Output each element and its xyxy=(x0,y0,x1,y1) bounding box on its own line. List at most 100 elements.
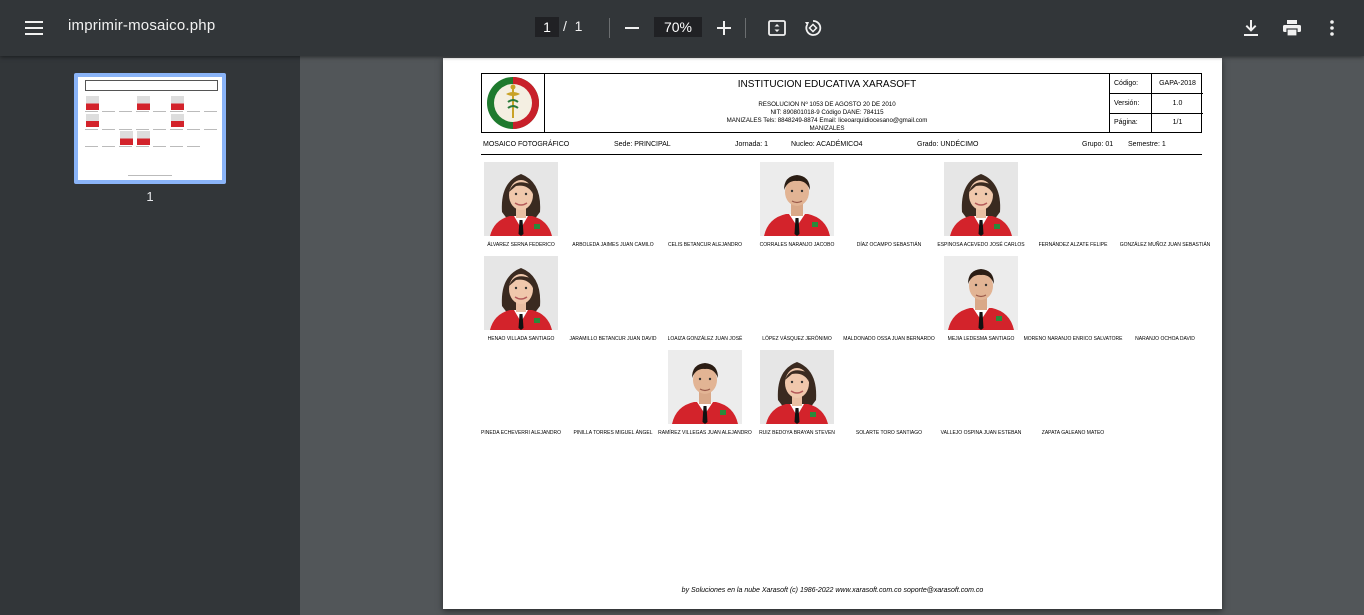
document-title: imprimir-mosaico.php xyxy=(68,17,216,34)
fit-page-icon[interactable] xyxy=(761,12,793,44)
student-name: RUIZ BEDOYA BRAYAN STEVEN xyxy=(759,430,835,436)
thumbnail-preview xyxy=(78,77,222,180)
student-photo xyxy=(668,350,742,424)
menu-icon[interactable] xyxy=(18,12,50,44)
document-footer: by Soluciones en la nube Xarasoft (c) 19… xyxy=(681,587,984,594)
pagina-value: 1/1 xyxy=(1172,119,1183,126)
student-photo xyxy=(484,256,558,330)
thumb-name-line xyxy=(118,111,132,113)
thumb-name-line xyxy=(169,145,183,147)
pdf-page: INSTITUCION EDUCATIVA XARASOFT RESOLUCIO… xyxy=(443,58,1222,609)
thumb-name-line xyxy=(84,145,98,147)
toolbar-divider xyxy=(609,18,610,38)
city-line: MANIZALES xyxy=(809,125,845,132)
codigo-label: Código: xyxy=(1110,74,1152,93)
student-name: SOLARTE TORO SANTIAGO xyxy=(855,430,923,436)
mosaico-title: MOSAICO FOTOGRÁFICO xyxy=(483,141,570,148)
student-name: LOAIZA GONZÁLEZ JUAN JOSÉ xyxy=(667,336,743,342)
school-crest-icon xyxy=(487,77,539,129)
student-name: JARAMILLO BETANCUR JUAN DAVID xyxy=(569,336,657,342)
thumb-name-line xyxy=(203,111,217,113)
thumb-name-line xyxy=(169,111,183,113)
codigo-row: Código: GAPA-2018 xyxy=(1110,74,1203,94)
student-name: ZAPATA GALEANO MATEO xyxy=(1041,430,1105,436)
codigo-value: GAPA-2018 xyxy=(1159,80,1196,87)
thumb-name-line xyxy=(101,145,115,147)
student-name: CELIS BETANCUR ALEJANDRO xyxy=(667,242,743,248)
thumb-name-line xyxy=(169,128,183,130)
thumb-photo xyxy=(170,96,185,110)
jornada-label: Jornada: 1 xyxy=(735,141,769,148)
page-total: 1 xyxy=(574,18,583,34)
student-name: ÁLVAREZ SERNA FEDERICO xyxy=(487,242,555,248)
sede-label: Sede: PRINCIPAL xyxy=(614,141,671,148)
page-count: / 1 xyxy=(563,18,582,34)
pagina-row: Página: 1/1 xyxy=(1110,114,1203,132)
print-icon[interactable] xyxy=(1276,12,1308,44)
version-row: Versión: 1.0 xyxy=(1110,94,1203,114)
student-name: LÓPEZ VÁSQUEZ JERÓNIMO xyxy=(762,336,832,342)
student-name: CORRALES NARANJO JACOBO xyxy=(759,242,835,248)
student-photo xyxy=(760,162,834,236)
thumb-name-line xyxy=(186,128,200,130)
thumb-name-line xyxy=(118,145,132,147)
grupo-label: Grupo: 01 xyxy=(1082,141,1114,148)
student-name: PINEDA ECHEVERRI ALEJANDRO xyxy=(480,430,562,436)
pdf-toolbar: imprimir-mosaico.php 1 / 1 70% xyxy=(0,0,1364,56)
thumb-name-line xyxy=(152,111,166,113)
student-name: RAMÍREZ VILLEGAS JUAN ALEJANDRO xyxy=(658,430,752,436)
student-name: MALDONADO OSSA JUAN BERNARDO xyxy=(843,336,935,342)
student-name: HENAO VILLADA SANTIAGO xyxy=(487,336,555,342)
student-name: FERNÁNDEZ ALZATE FELIPE xyxy=(1038,242,1108,248)
contact-line: MANIZALES Tels: 8848249-8874 Email: lice… xyxy=(726,117,928,124)
student-photo xyxy=(484,162,558,236)
thumb-photo xyxy=(170,113,185,128)
student-photo xyxy=(760,350,834,424)
version-value: 1.0 xyxy=(1172,100,1183,107)
student-name: MEJIA LEDESMA SANTIAGO xyxy=(947,336,1015,342)
download-icon[interactable] xyxy=(1235,12,1267,44)
pagina-label: Página: xyxy=(1110,114,1152,132)
zoom-level-input[interactable]: 70% xyxy=(654,17,702,37)
nucleo-label: Nucleo: ACADÉMICO4 xyxy=(791,141,863,148)
zoom-in-icon[interactable] xyxy=(708,12,740,44)
thumbnail-page-number: 1 xyxy=(146,189,154,204)
thumb-header xyxy=(85,79,219,91)
page-separator: / xyxy=(563,18,567,34)
version-label: Versión: xyxy=(1110,94,1152,113)
thumb-photo xyxy=(85,96,100,110)
thumb-name-line xyxy=(135,111,149,113)
institution-name: INSTITUCION EDUCATIVA XARASOFT xyxy=(737,79,917,90)
header-center: INSTITUCION EDUCATIVA XARASOFT RESOLUCIO… xyxy=(545,74,1109,132)
zoom-out-icon[interactable] xyxy=(616,12,648,44)
semestre-label: Semestre: 1 xyxy=(1128,141,1166,148)
grado-label: Grado: UNDÉCIMO xyxy=(917,141,979,148)
nit-line: NIT: 890801018-9 Código DANE: 784115 xyxy=(770,109,884,116)
student-name: NARANJO OCHOA DAVID xyxy=(1135,336,1195,342)
page-number-input[interactable]: 1 xyxy=(535,17,559,37)
thumb-name-line xyxy=(101,128,115,130)
header-rule xyxy=(481,154,1202,155)
student-name: VALLEJO OSPINA JUAN ESTEBAN xyxy=(940,430,1022,436)
thumb-photo xyxy=(136,96,151,110)
thumb-name-line xyxy=(152,128,166,130)
document-header: INSTITUCION EDUCATIVA XARASOFT RESOLUCIO… xyxy=(481,73,1203,133)
student-name: PINILLA TORRES MIGUEL ÁNGEL xyxy=(573,430,653,436)
thumb-name-line xyxy=(118,128,132,130)
header-resolution: RESOLUCION Nº 1053 DE AGOSTO 20 DE 2010 … xyxy=(545,101,1109,133)
rotate-icon[interactable] xyxy=(797,12,829,44)
page-thumbnail[interactable] xyxy=(74,73,226,184)
toolbar-divider xyxy=(745,18,746,38)
thumb-name-line xyxy=(135,145,149,147)
thumb-name-line xyxy=(84,111,98,113)
student-name: GONZÁLEZ MUÑOZ JUAN SEBASTIÁN xyxy=(1119,242,1211,248)
thumb-name-line xyxy=(186,145,200,147)
thumb-footer-line xyxy=(128,175,172,177)
thumb-name-line xyxy=(186,111,200,113)
thumb-photo xyxy=(85,113,100,128)
thumb-name-line xyxy=(84,128,98,130)
thumb-name-line xyxy=(152,145,166,147)
more-vert-icon[interactable] xyxy=(1316,12,1348,44)
student-photo xyxy=(944,162,1018,236)
student-photo xyxy=(944,256,1018,330)
